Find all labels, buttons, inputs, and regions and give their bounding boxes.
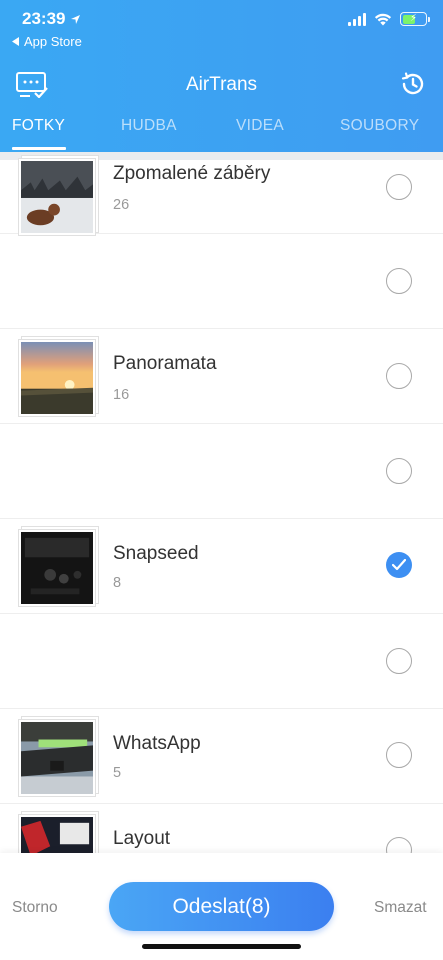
back-app-label: App Store	[24, 34, 82, 49]
album-row-snapseed[interactable]: Snapseed 8	[0, 519, 443, 614]
tab-videa[interactable]: VIDEA	[236, 117, 284, 135]
battery-icon: ⚡	[400, 12, 430, 26]
home-indicator[interactable]	[142, 944, 301, 949]
history-clock-icon[interactable]	[399, 70, 427, 98]
album-name: WhatsApp	[113, 733, 201, 754]
album-name: Snapseed	[113, 543, 199, 564]
album-name: Panoramata	[113, 353, 217, 374]
send-button[interactable]: Odeslat(8)	[109, 882, 334, 931]
album-thumbnail	[18, 526, 99, 609]
cellular-signal-icon	[348, 12, 366, 26]
tab-fotky[interactable]: FOTKY	[12, 117, 65, 135]
location-arrow-icon	[71, 14, 81, 24]
album-count: 8	[113, 575, 122, 591]
cancel-button[interactable]: Storno	[12, 899, 58, 917]
wifi-icon	[374, 13, 392, 25]
checkmark-icon	[392, 559, 406, 571]
album-name: Layout	[113, 828, 171, 849]
album-count: 5	[113, 765, 122, 781]
album-thumbnail	[18, 336, 99, 419]
delete-button[interactable]: Smazat	[374, 899, 427, 917]
album-row-empty-3[interactable]	[0, 614, 443, 709]
tab-soubory[interactable]: SOUBORY	[340, 117, 419, 135]
sunset-thumbnail-image	[21, 342, 93, 414]
album-row-panoramata[interactable]: Panoramata 16	[0, 329, 443, 424]
status-time: 23:39	[22, 9, 81, 29]
status-indicators: ⚡	[348, 12, 430, 26]
album-select-radio-checked[interactable]	[386, 552, 412, 578]
back-triangle-icon	[12, 37, 19, 46]
dashboard-thumbnail-image	[21, 532, 93, 604]
album-thumbnail	[18, 716, 99, 799]
app-title: AirTrans	[185, 74, 258, 95]
album-row-empty-1[interactable]	[0, 234, 443, 329]
album-row-whatsapp[interactable]: WhatsApp 5	[0, 709, 443, 804]
back-to-app-link[interactable]: App Store	[12, 34, 82, 49]
album-select-radio[interactable]	[386, 174, 412, 200]
album-name: Zpomalené záběry	[113, 163, 271, 184]
album-count: 16	[113, 387, 130, 403]
tab-hudba[interactable]: HUDBA	[121, 117, 177, 135]
album-select-radio[interactable]	[386, 458, 412, 484]
album-select-radio[interactable]	[386, 648, 412, 674]
album-row-empty-2[interactable]	[0, 424, 443, 519]
status-time-text: 23:39	[22, 9, 66, 28]
album-thumbnail	[18, 155, 99, 238]
app-header: 23:39 App Store ⚡ AirTrans FOTKY HUDBA V…	[0, 0, 443, 152]
album-count: 26	[113, 197, 130, 213]
car-dashboard-thumbnail-image	[21, 722, 93, 794]
album-select-radio[interactable]	[386, 363, 412, 389]
album-row-slowmo[interactable]: Zpomalené záběry 26	[0, 139, 443, 236]
dog-snow-thumbnail-image	[21, 161, 93, 233]
album-select-radio[interactable]	[386, 742, 412, 768]
album-select-radio[interactable]	[386, 268, 412, 294]
